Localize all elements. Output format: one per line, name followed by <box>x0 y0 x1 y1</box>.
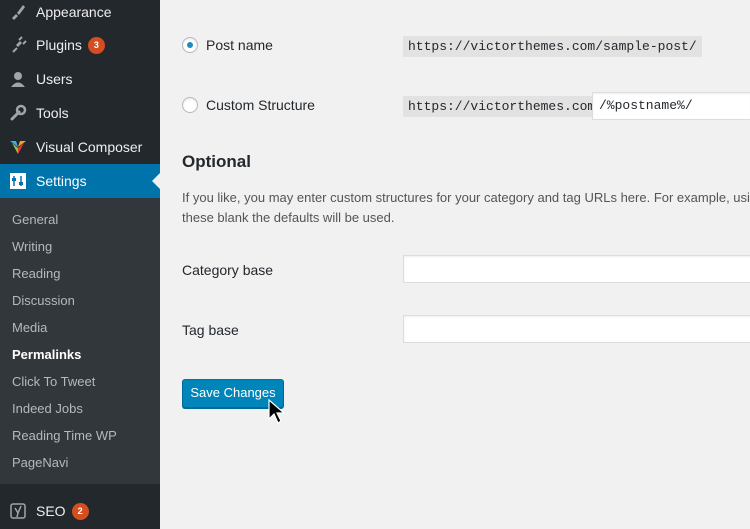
menu-item-label: Users <box>36 71 73 87</box>
submenu-item-writing[interactable]: Writing <box>0 233 160 260</box>
menu-item-tools[interactable]: Tools <box>0 96 160 130</box>
menu-item-label: Plugins <box>36 37 82 53</box>
users-icon <box>0 70 36 88</box>
submenu-item-general[interactable]: General <box>0 206 160 233</box>
post-name-label: Post name <box>206 37 273 53</box>
optional-description-line1: If you like, you may enter custom struct… <box>182 190 750 205</box>
permalink-settings-content: Post name https://victorthemes.com/sampl… <box>160 0 750 529</box>
custom-structure-prefix: https://victorthemes.com <box>403 96 601 117</box>
tag-base-input[interactable] <box>403 315 750 343</box>
menu-item-users[interactable]: Users <box>0 62 160 96</box>
post-name-option[interactable]: Post name <box>182 37 273 53</box>
wrench-icon <box>0 104 36 122</box>
menu-item-appearance[interactable]: Appearance <box>0 0 160 29</box>
menu-item-visual-composer[interactable]: Visual Composer <box>0 130 160 164</box>
submenu-item-media[interactable]: Media <box>0 314 160 341</box>
plugin-icon <box>0 36 36 54</box>
submenu-item-indeed-jobs[interactable]: Indeed Jobs <box>0 395 160 422</box>
menu-item-settings[interactable]: Settings <box>0 164 160 198</box>
post-name-radio[interactable] <box>182 37 198 53</box>
seo-notification-badge: 2 <box>71 502 89 520</box>
visual-composer-icon <box>0 138 36 156</box>
post-name-example-url: https://victorthemes.com/sample-post/ <box>403 36 702 57</box>
optional-description: If you like, you may enter custom struct… <box>182 188 750 228</box>
submenu-item-reading[interactable]: Reading <box>0 260 160 287</box>
menu-item-label: Appearance <box>36 4 112 20</box>
settings-submenu: General Writing Reading Discussion Media… <box>0 198 160 484</box>
menu-item-label: SEO <box>36 503 66 519</box>
menu-item-plugins[interactable]: Plugins 3 <box>0 28 160 62</box>
settings-icon <box>0 172 36 190</box>
custom-structure-option[interactable]: Custom Structure <box>182 97 315 113</box>
admin-sidebar: Appearance Plugins 3 Users Tools Visual … <box>0 0 160 529</box>
category-base-label: Category base <box>182 262 274 278</box>
submenu-item-reading-time-wp[interactable]: Reading Time WP <box>0 422 160 449</box>
menu-item-label: Settings <box>36 173 87 189</box>
mouse-cursor-icon <box>268 399 286 424</box>
submenu-item-permalinks[interactable]: Permalinks <box>0 341 160 368</box>
submenu-item-click-to-tweet[interactable]: Click To Tweet <box>0 368 160 395</box>
tag-base-label: Tag base <box>182 322 239 338</box>
plugins-update-badge: 3 <box>87 36 105 54</box>
custom-structure-input[interactable]: /%postname%/ <box>592 92 750 120</box>
optional-heading: Optional <box>182 152 251 171</box>
submenu-item-discussion[interactable]: Discussion <box>0 287 160 314</box>
menu-item-label: Visual Composer <box>36 139 143 155</box>
optional-description-line2: these blank the defaults will be used. <box>182 210 395 225</box>
paintbrush-icon <box>0 3 36 21</box>
custom-structure-label: Custom Structure <box>206 97 315 113</box>
menu-item-label: Tools <box>36 105 69 121</box>
category-base-input[interactable] <box>403 255 750 283</box>
menu-item-seo[interactable]: SEO 2 <box>0 494 160 528</box>
custom-structure-radio[interactable] <box>182 97 198 113</box>
submenu-item-pagenavi[interactable]: PageNavi <box>0 449 160 476</box>
yoast-icon <box>0 502 36 520</box>
